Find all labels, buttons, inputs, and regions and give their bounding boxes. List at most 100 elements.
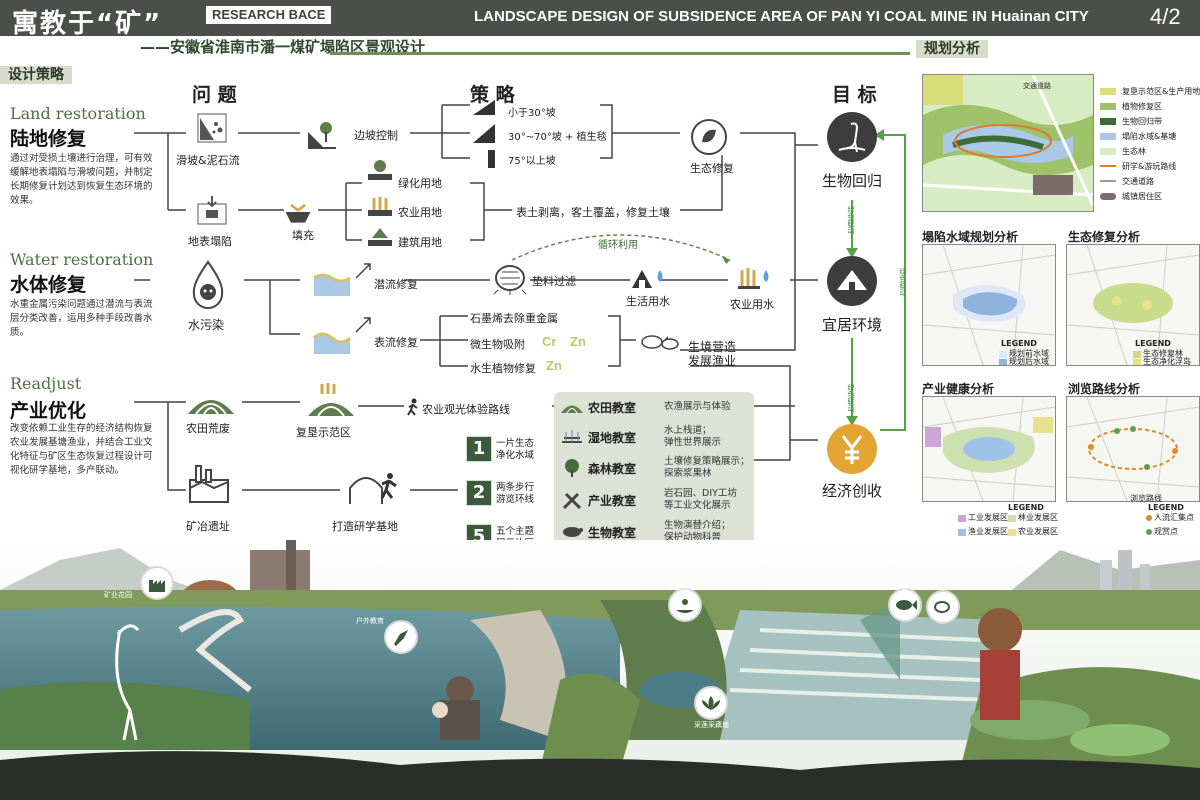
agri-tour-route-label: 农业观光体验路线: [422, 403, 510, 416]
industry-legend-swatch-1: [1008, 515, 1016, 522]
land-restoration-cn: 陆地修复: [10, 128, 87, 150]
industry-legend-swatch-0: [958, 515, 966, 522]
goal-livable: 宜居环境: [822, 316, 883, 334]
green-link-3: 绿色联动: [899, 268, 907, 296]
fill-label: 填充: [292, 229, 314, 242]
water-restoration-desc: 水重金属污染问题通过潜流与表流层分类改善，运用多种手段改善水质。: [10, 299, 153, 338]
legend-swatch-4: [1100, 148, 1116, 155]
surface-flow-label: 表流修复: [374, 336, 418, 349]
legend-swatch-3: [1100, 133, 1116, 140]
livable-home-icon: [827, 256, 877, 306]
wetland-class-icon: [562, 430, 582, 443]
legend-label-6: 交通道路: [1122, 177, 1154, 186]
research-base-icon: [349, 473, 397, 504]
legend-label-1: 植物修复区: [1122, 102, 1162, 111]
scene-label-boating: 划船游览: [668, 583, 696, 591]
readjust-en: Readjust: [10, 374, 82, 393]
forest-classroom-desc: 土壤修复策略展示； 探索浆果林: [664, 456, 750, 479]
landslide-icon: [197, 113, 227, 143]
biology-classroom: 生物教室: [588, 526, 637, 540]
eco-repair-icon: [691, 119, 727, 155]
green-land-label: 绿化用地: [398, 177, 442, 190]
bio-return-icon: [827, 112, 877, 162]
step-one-text: 一片生态 净化水域: [496, 438, 535, 461]
industry-analysis-title: 产业健康分析: [922, 382, 995, 396]
eco-analysis-map: LEGEND 生态修复林 生态净化浮岛: [1066, 244, 1200, 366]
mine-ruins-icon: [189, 465, 229, 503]
landslide-label: 滑坡&泥石流: [176, 154, 240, 167]
subsidence-label: 地表塌陷: [188, 235, 232, 248]
forest-classroom: 森林教室: [588, 462, 637, 476]
legend-label-2: 生物回归带: [1122, 117, 1162, 126]
route-analysis-title: 浏览路线分析: [1068, 382, 1141, 396]
scene-label-lotus-pond: 采莲采藕塘: [694, 721, 729, 729]
industry-legend-2: 渔业发展区: [968, 527, 1008, 536]
research-base-label: 打造研学基地: [332, 520, 398, 533]
classroom-panel: 农田教室 农渔展示与体验 湿地教室 水上栈道； 弹性世界展示 森林教室 土壤修复…: [554, 392, 754, 552]
eco-legend-1: 生态净化浮岛: [1143, 357, 1191, 366]
reclaim-demo-label: 复垦示范区: [296, 426, 351, 439]
step-two-badge: 2: [466, 480, 492, 506]
main-title: 寓教于“矿”: [12, 9, 163, 39]
farmland-use-label: 农业用地: [398, 206, 442, 219]
legend-swatch-0: [1100, 88, 1116, 95]
land-restoration-en: Land restoration: [10, 104, 146, 123]
farm-class-icon: [561, 405, 583, 414]
scene-label-fish-pond: 桑基鱼塘: [880, 583, 908, 591]
metal-zn: Zn: [570, 334, 586, 349]
fish-icon: [641, 335, 679, 350]
route-legend-swatch-0: [1146, 515, 1152, 521]
subsurface-flow-label: 潜流修复: [374, 278, 418, 291]
goal-bio-return: 生物回归: [822, 172, 883, 190]
lotus-pond-bubble: [694, 686, 728, 720]
route-legend-0: 人流汇集点: [1154, 513, 1194, 522]
page-number: 4/2: [1150, 4, 1181, 29]
domestic-water-icon: [632, 270, 663, 288]
industry-classroom-desc: 岩石园、DIY工坊 等工业文化展示: [664, 488, 737, 511]
water-legend-swatch-0: [999, 351, 1007, 358]
method-graphene: 石墨烯去除重金属: [470, 312, 558, 325]
water-pollution-label: 水污染: [188, 318, 225, 332]
fish-bubble: [926, 590, 960, 624]
domestic-water-label: 生活用水: [626, 295, 670, 308]
method-microbe: 微生物吸附: [470, 338, 525, 351]
water-legend-head: LEGEND: [1001, 339, 1037, 348]
reclaim-demo-icon: [308, 383, 354, 417]
readjust-cn: 产业优化: [10, 400, 87, 422]
mine-garden-bubble: [140, 566, 174, 600]
legend-swatch-5: [1100, 165, 1116, 167]
industry-legend-3: 农业发展区: [1018, 527, 1058, 536]
surface-flow-icon: [312, 332, 352, 354]
industry-legend-swatch-3: [1008, 529, 1016, 536]
legend-label-5: 研学&游玩路线: [1122, 162, 1177, 171]
building-land-icon: [368, 228, 392, 246]
biology-class-icon: [563, 527, 583, 537]
column-head-problem: 问 题: [192, 84, 237, 106]
slope-over-75: 75°以上坡: [508, 156, 556, 167]
map-road-label: 交通道路: [1023, 82, 1051, 90]
column-head-goal: 目 标: [832, 84, 877, 106]
english-title: LANDSCAPE DESIGN OF SUBSIDENCE AREA OF P…: [474, 8, 1089, 25]
water-legend-1: 规划后水域: [1009, 357, 1049, 366]
water-restoration-en: Water restoration: [10, 250, 154, 269]
header-rule: [330, 52, 910, 55]
column-head-strategy: 策 略: [470, 84, 515, 106]
green-land-icon: [368, 160, 392, 180]
farmland-use-icon: [368, 197, 392, 216]
route-legend-head: LEGEND: [1148, 503, 1184, 512]
research-tag: RESEARCH BACE: [206, 6, 332, 24]
route-legend-swatch-1: [1146, 529, 1152, 535]
water-legend-swatch-1: [999, 359, 1007, 365]
forest-class-icon: [565, 459, 579, 477]
yuan-icon: [827, 424, 877, 474]
water-restoration-cn: 水体修复: [10, 274, 87, 296]
land-restoration-desc: 通过对受损土壤进行治理，可有效缓解地表塌陷与滑坡问题，并制定长期修复计划达到恢复…: [10, 153, 153, 206]
soil-repair-label: 表土剥离，客土覆盖，修复土壤: [516, 206, 670, 219]
landscape-scene: [0, 540, 1200, 800]
step-one-badge: 1: [466, 436, 492, 462]
subsidence-icon: [197, 196, 227, 225]
route-legend-1: 观赏点: [1154, 527, 1178, 536]
method-aquatic-plant: 水生植物修复: [470, 362, 536, 375]
master-plan-map: 交通道路: [922, 74, 1094, 212]
slope-control-icon: [308, 122, 336, 149]
